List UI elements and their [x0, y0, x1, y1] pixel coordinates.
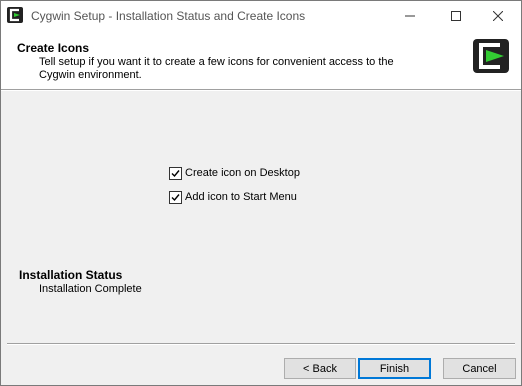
- cygwin-logo-icon: [473, 39, 509, 73]
- desktop-icon-checkbox[interactable]: [169, 166, 182, 180]
- start-menu-option[interactable]: Add icon to Start Menu: [169, 190, 297, 204]
- close-icon: [493, 11, 503, 21]
- desktop-icon-label[interactable]: Create icon on Desktop: [185, 167, 300, 179]
- start-menu-label[interactable]: Add icon to Start Menu: [185, 191, 297, 203]
- wizard-header: Create Icons Tell setup if you want it t…: [1, 31, 521, 89]
- maximize-icon: [451, 11, 461, 21]
- footer-divider: [7, 343, 515, 345]
- window-title: Cygwin Setup - Installation Status and C…: [31, 9, 306, 23]
- header-divider: [1, 89, 521, 91]
- desktop-icon-option[interactable]: Create icon on Desktop: [169, 166, 300, 180]
- status-heading: Installation Status: [19, 268, 123, 282]
- minimize-icon: [405, 15, 415, 17]
- cygwin-logo-icon: [7, 7, 23, 23]
- page-description: Tell setup if you want it to create a fe…: [39, 56, 394, 81]
- start-menu-checkbox[interactable]: [169, 190, 182, 204]
- title-bar[interactable]: Cygwin Setup - Installation Status and C…: [1, 1, 521, 31]
- checkmark-icon: [171, 193, 180, 201]
- minimize-button[interactable]: [387, 1, 433, 31]
- maximize-button[interactable]: [433, 1, 479, 31]
- checkmark-icon: [171, 169, 180, 177]
- status-text: Installation Complete: [39, 283, 142, 295]
- finish-button[interactable]: Finish: [358, 358, 431, 379]
- back-button[interactable]: < Back: [284, 358, 356, 379]
- setup-window: Cygwin Setup - Installation Status and C…: [0, 0, 522, 386]
- cancel-button[interactable]: Cancel: [443, 358, 516, 379]
- close-button[interactable]: [475, 1, 521, 31]
- page-title: Create Icons: [17, 41, 90, 55]
